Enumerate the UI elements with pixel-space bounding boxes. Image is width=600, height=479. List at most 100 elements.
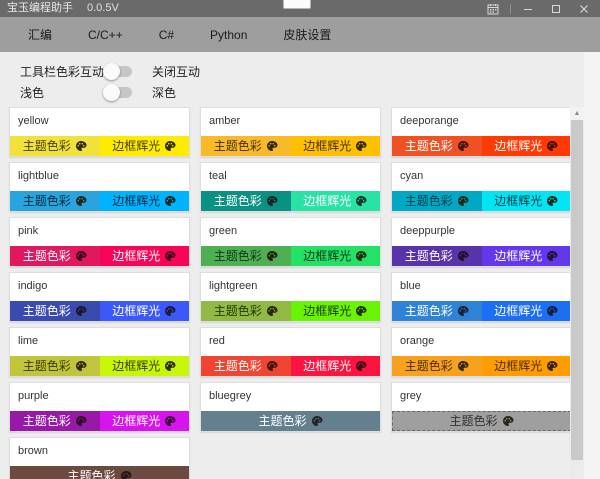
border-glow-button-amber[interactable]: 边框辉光 <box>290 136 380 156</box>
theme-color-button-purple[interactable]: 主题色彩 <box>10 411 100 431</box>
border-glow-button-blue[interactable]: 边框辉光 <box>481 301 571 321</box>
toggle-switch-1[interactable] <box>103 84 132 101</box>
border-glow-button-deeppurple[interactable]: 边框辉光 <box>481 246 571 266</box>
color-card-orange: orange 主题色彩 边框辉光 <box>391 327 572 377</box>
toggle-panel: 工具栏色彩互动 关闭互动 浅色 深色 <box>20 61 200 103</box>
menu-item-0[interactable]: 汇编 <box>28 26 52 43</box>
titlebar-separator <box>510 3 511 14</box>
card-button-row: 主题色彩 边框辉光 <box>10 136 189 156</box>
theme-color-button-yellow[interactable]: 主题色彩 <box>10 136 100 156</box>
toggle-knob[interactable] <box>103 63 120 80</box>
color-card-pink: pink 主题色彩 边框辉光 <box>9 217 190 267</box>
border-glow-button-lime[interactable]: 边框辉光 <box>99 356 189 376</box>
card-button-row: 主题色彩 边框辉光 <box>10 356 189 376</box>
theme-color-label: 主题色彩 <box>404 304 453 318</box>
theme-color-button-red[interactable]: 主题色彩 <box>201 356 291 376</box>
card-button-row: 主题色彩 边框辉光 <box>392 191 571 211</box>
theme-color-button-lightblue[interactable]: 主题色彩 <box>10 191 100 211</box>
border-glow-button-lightblue[interactable]: 边框辉光 <box>99 191 189 211</box>
theme-color-label: 主题色彩 <box>404 194 453 208</box>
card-color-name: lime <box>18 335 39 347</box>
calendar-icon[interactable] <box>479 0 507 17</box>
palette-icon <box>457 306 469 316</box>
card-button-row: 主题色彩 边框辉光 <box>392 136 571 156</box>
theme-color-button-indigo[interactable]: 主题色彩 <box>10 301 100 321</box>
window-controls <box>479 0 598 17</box>
theme-color-button-lime[interactable]: 主题色彩 <box>10 356 100 376</box>
palette-icon <box>266 196 278 206</box>
card-button-row: 主题色彩 <box>201 411 380 431</box>
theme-color-button-bluegrey[interactable]: 主题色彩 <box>201 411 380 431</box>
border-glow-label: 边框辉光 <box>303 359 352 373</box>
toggle-switch-0[interactable] <box>103 63 132 80</box>
border-glow-button-cyan[interactable]: 边框辉光 <box>481 191 571 211</box>
theme-color-label: 主题色彩 <box>22 139 71 153</box>
minimize-button[interactable] <box>514 0 542 17</box>
card-button-row: 主题色彩 边框辉光 <box>201 136 380 156</box>
palette-icon <box>165 196 176 206</box>
menu-item-1[interactable]: C/C++ <box>88 28 123 42</box>
theme-color-button-amber[interactable]: 主题色彩 <box>201 136 291 156</box>
border-glow-label: 边框辉光 <box>112 249 161 263</box>
border-glow-label: 边框辉光 <box>112 359 161 373</box>
border-glow-label: 边框辉光 <box>494 304 543 318</box>
theme-color-button-green[interactable]: 主题色彩 <box>201 246 291 266</box>
theme-color-label: 主题色彩 <box>22 194 71 208</box>
toggle-knob[interactable] <box>103 84 120 101</box>
card-button-row: 主题色彩 边框辉光 <box>10 246 189 266</box>
border-glow-button-deeporange[interactable]: 边框辉光 <box>481 136 571 156</box>
palette-icon <box>266 141 278 151</box>
theme-color-button-lightgreen[interactable]: 主题色彩 <box>201 301 291 321</box>
theme-color-button-deeporange[interactable]: 主题色彩 <box>392 136 482 156</box>
palette-icon <box>547 141 558 151</box>
vertical-scrollbar[interactable]: ▲ <box>570 107 584 479</box>
card-button-row: 主题色彩 边框辉光 <box>392 246 571 266</box>
card-button-row: 主题色彩 边框辉光 <box>201 191 380 211</box>
theme-color-label: 主题色彩 <box>67 469 116 479</box>
color-card-brown: brown 主题色彩 <box>9 437 190 479</box>
close-button[interactable] <box>570 0 598 17</box>
menu-item-3[interactable]: Python <box>210 28 247 42</box>
color-card-grid: yellow 主题色彩 边框辉光 amber 主题色彩 边框辉光 deeporange 主题色… <box>9 107 572 479</box>
palette-icon <box>457 361 469 371</box>
menu-item-4[interactable]: 皮肤设置 <box>283 26 331 43</box>
theme-color-label: 主题色彩 <box>22 249 71 263</box>
border-glow-button-teal[interactable]: 边框辉光 <box>290 191 380 211</box>
border-glow-button-yellow[interactable]: 边框辉光 <box>99 136 189 156</box>
theme-color-button-pink[interactable]: 主题色彩 <box>10 246 100 266</box>
card-button-row: 主题色彩 边框辉光 <box>201 246 380 266</box>
theme-color-label: 主题色彩 <box>404 139 453 153</box>
palette-icon <box>75 361 87 371</box>
card-button-row: 主题色彩 <box>392 411 571 431</box>
palette-icon <box>547 306 558 316</box>
menu-item-2[interactable]: C# <box>159 28 174 42</box>
palette-icon <box>165 306 176 316</box>
border-glow-button-lightgreen[interactable]: 边框辉光 <box>290 301 380 321</box>
window-title: 宝玉编程助手 <box>7 2 73 14</box>
theme-color-button-orange[interactable]: 主题色彩 <box>392 356 482 376</box>
border-glow-button-red[interactable]: 边框辉光 <box>290 356 380 376</box>
theme-color-button-cyan[interactable]: 主题色彩 <box>392 191 482 211</box>
border-glow-button-indigo[interactable]: 边框辉光 <box>99 301 189 321</box>
theme-color-label: 主题色彩 <box>404 249 453 263</box>
color-card-red: red 主题色彩 边框辉光 <box>200 327 381 377</box>
scrollbar-thumb[interactable] <box>571 120 583 460</box>
border-glow-button-purple[interactable]: 边框辉光 <box>99 411 189 431</box>
theme-color-button-teal[interactable]: 主题色彩 <box>201 191 291 211</box>
theme-color-button-blue[interactable]: 主题色彩 <box>392 301 482 321</box>
toggle-label-left: 浅色 <box>20 86 45 100</box>
palette-icon <box>120 471 131 479</box>
theme-color-label: 主题色彩 <box>449 414 498 428</box>
theme-color-label: 主题色彩 <box>404 359 453 373</box>
scroll-up-arrow-icon[interactable]: ▲ <box>570 107 584 120</box>
border-glow-label: 边框辉光 <box>303 139 352 153</box>
theme-color-button-deeppurple[interactable]: 主题色彩 <box>392 246 482 266</box>
border-glow-button-pink[interactable]: 边框辉光 <box>99 246 189 266</box>
theme-color-label: 主题色彩 <box>22 304 71 318</box>
theme-color-button-brown[interactable]: 主题色彩 <box>10 466 189 479</box>
border-glow-button-green[interactable]: 边框辉光 <box>290 246 380 266</box>
border-glow-button-orange[interactable]: 边框辉光 <box>481 356 571 376</box>
palette-icon <box>165 251 176 261</box>
maximize-button[interactable] <box>542 0 570 17</box>
theme-color-button-grey[interactable]: 主题色彩 <box>392 411 571 431</box>
